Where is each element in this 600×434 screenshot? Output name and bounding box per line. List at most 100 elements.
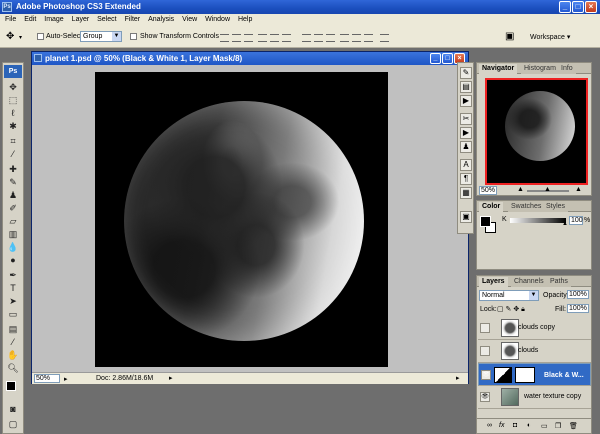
tab-layers[interactable]: Layers: [479, 277, 508, 287]
eye-icon[interactable]: 👁︎: [480, 392, 490, 402]
menu-analysis[interactable]: Analysis: [148, 16, 174, 23]
distribute-left-icon[interactable]: [340, 34, 349, 42]
bridge-icon[interactable]: ▣: [505, 31, 514, 42]
actions-icon[interactable]: ▶: [460, 127, 472, 139]
eyedropper-icon[interactable]: ⁄: [7, 336, 19, 348]
zoom-in-icon[interactable]: ▲: [575, 186, 582, 193]
fx-icon[interactable]: fx: [499, 422, 504, 429]
tab-channels[interactable]: Channels: [511, 277, 547, 287]
adjustment-icon[interactable]: ◐: [527, 422, 531, 429]
minimize-button[interactable]: _: [559, 1, 571, 13]
scroll-right-icon[interactable]: ▸: [456, 373, 460, 384]
trash-icon[interactable]: 🗑︎: [569, 422, 578, 430]
tab-paths[interactable]: Paths: [547, 277, 571, 287]
visibility-toggle[interactable]: [480, 323, 490, 333]
auto-align-icon[interactable]: [380, 34, 389, 42]
character-icon[interactable]: A: [460, 159, 472, 171]
menu-layer[interactable]: Layer: [72, 16, 90, 23]
hand-tool-icon[interactable]: ✋: [7, 349, 19, 361]
distribute-right-icon[interactable]: [364, 34, 373, 42]
document-canvas[interactable]: [95, 72, 388, 367]
lasso-tool-icon[interactable]: ℓ: [7, 107, 19, 119]
status-arrow-icon[interactable]: ▸: [169, 373, 173, 384]
clone-stamp-icon[interactable]: ♟: [7, 189, 19, 201]
distribute-vcenter-icon[interactable]: [314, 34, 323, 42]
folder-icon[interactable]: ▭: [541, 422, 548, 430]
layer-comps-icon[interactable]: ▶: [460, 95, 472, 107]
screen-mode-icon[interactable]: ▢: [7, 418, 19, 430]
color-foreground-swatch[interactable]: [480, 216, 491, 227]
zoom-out-icon[interactable]: ▲: [517, 186, 524, 193]
distribute-bottom-icon[interactable]: [326, 34, 335, 42]
distribute-hcenter-icon[interactable]: [352, 34, 361, 42]
doc-maximize-button[interactable]: □: [442, 53, 453, 64]
opacity-field[interactable]: 100%: [567, 290, 589, 299]
navigator-thumbnail[interactable]: [485, 78, 588, 185]
auto-select-checkbox[interactable]: [37, 33, 44, 40]
link-icon[interactable]: ∞: [487, 422, 492, 429]
magic-wand-icon[interactable]: ✱: [7, 120, 19, 132]
menu-help[interactable]: Help: [238, 16, 252, 23]
history-icon[interactable]: ✂: [460, 113, 472, 125]
tab-color[interactable]: Color: [479, 202, 504, 212]
type-tool-icon[interactable]: T: [7, 282, 19, 294]
layer-row[interactable]: clouds: [478, 340, 591, 363]
align-hcenter-icon[interactable]: [270, 34, 279, 42]
eye-icon[interactable]: 👁︎: [481, 370, 491, 380]
layer-row[interactable]: clouds copy: [478, 317, 591, 340]
visibility-toggle[interactable]: [480, 346, 490, 356]
menu-window[interactable]: Window: [205, 16, 230, 23]
show-transform-checkbox[interactable]: [130, 33, 137, 40]
tab-histogram[interactable]: Histogram: [521, 64, 559, 74]
layer-row[interactable]: 👁︎ water texture copy: [478, 386, 591, 409]
canvas-area[interactable]: [32, 65, 468, 372]
blur-tool-icon[interactable]: 💧: [7, 241, 19, 253]
zoom-field[interactable]: 50%: [34, 374, 60, 383]
blend-mode-dropdown[interactable]: Normal ▼: [479, 290, 539, 301]
notes-tool-icon[interactable]: ▤: [7, 323, 19, 335]
align-right-icon[interactable]: [282, 34, 291, 42]
doc-minimize-button[interactable]: _: [430, 53, 441, 64]
mask-icon[interactable]: ◘: [513, 422, 517, 429]
quick-mask-icon[interactable]: ◙: [7, 403, 19, 415]
move-tool-icon[interactable]: ✥: [7, 81, 19, 93]
align-top-icon[interactable]: [220, 34, 229, 42]
shape-tool-icon[interactable]: ▭: [7, 308, 19, 320]
pen-tool-icon[interactable]: ✒: [7, 269, 19, 281]
slider-thumb-icon[interactable]: ▲: [544, 186, 551, 193]
tab-swatches[interactable]: Swatches: [508, 202, 545, 212]
move-tool-icon[interactable]: ✥: [6, 31, 14, 42]
layer-mask-thumbnail[interactable]: [515, 367, 535, 383]
menu-file[interactable]: File: [5, 16, 16, 23]
brushes-icon[interactable]: ✎: [460, 67, 472, 79]
history-brush-icon[interactable]: ✐: [7, 202, 19, 214]
foreground-color-swatch[interactable]: [6, 381, 16, 391]
healing-brush-icon[interactable]: ✚: [7, 163, 19, 175]
menu-filter[interactable]: Filter: [125, 16, 141, 23]
menu-view[interactable]: View: [182, 16, 197, 23]
tool-preset-arrow-icon[interactable]: ▾: [19, 34, 22, 41]
tab-styles[interactable]: Styles: [543, 202, 569, 212]
new-layer-icon[interactable]: ❐: [555, 422, 561, 430]
measurement-icon[interactable]: ▦: [460, 187, 472, 199]
close-button[interactable]: ×: [585, 1, 597, 13]
align-vcenter-icon[interactable]: [232, 34, 241, 42]
fill-field[interactable]: 100%: [567, 304, 589, 313]
crop-tool-icon[interactable]: ⌗: [7, 135, 19, 147]
auto-select-dropdown[interactable]: Group ▼: [80, 31, 122, 42]
menu-edit[interactable]: Edit: [24, 16, 36, 23]
zoom-tool-icon[interactable]: 🔍︎: [7, 362, 19, 374]
eraser-tool-icon[interactable]: ▱: [7, 215, 19, 227]
paragraph-icon[interactable]: ¶: [460, 173, 472, 185]
k-slider-track[interactable]: [510, 218, 566, 223]
tab-info[interactable]: Info: [558, 64, 576, 74]
tool-presets-icon[interactable]: ▤: [460, 81, 472, 93]
menu-image[interactable]: Image: [44, 16, 63, 23]
gradient-tool-icon[interactable]: ▥: [7, 228, 19, 240]
eyedropper-tool-icon[interactable]: ⁄: [7, 148, 19, 160]
k-value-field[interactable]: 100: [569, 216, 583, 225]
clone-source-icon[interactable]: ♟: [460, 141, 472, 153]
navigator-zoom-field[interactable]: 50%: [479, 186, 497, 195]
menu-select[interactable]: Select: [97, 16, 116, 23]
align-bottom-icon[interactable]: [244, 34, 253, 42]
